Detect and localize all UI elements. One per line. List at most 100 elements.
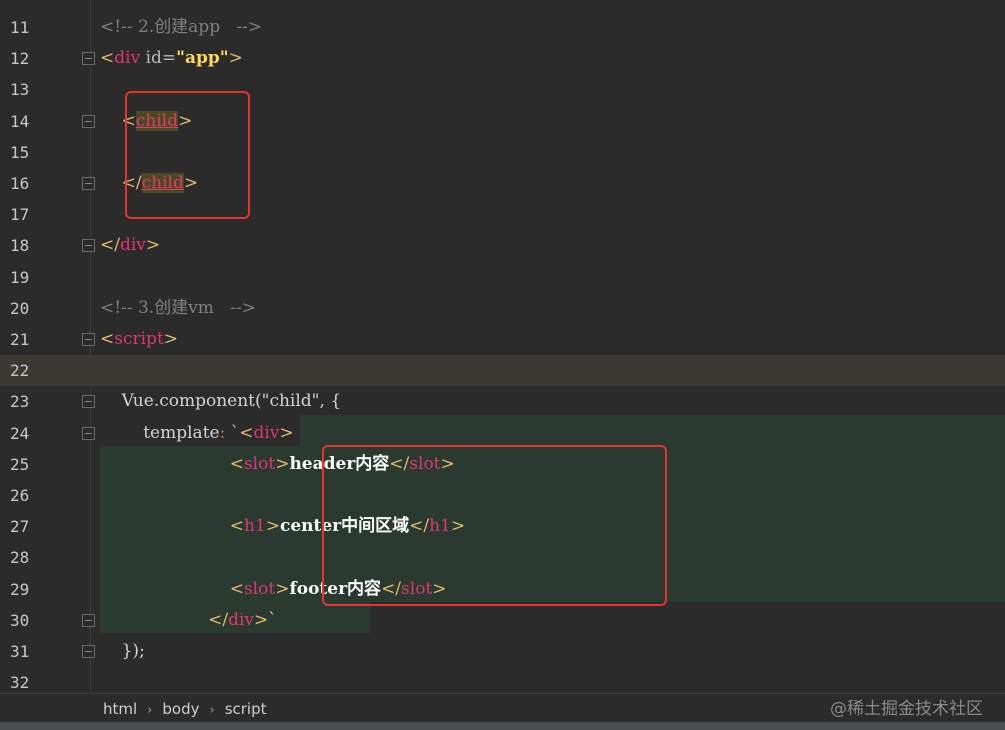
line-number: 16	[10, 174, 30, 193]
line-number: 15	[10, 142, 30, 162]
slot-template-highlight-box	[322, 445, 667, 606]
horizontal-scrollbar[interactable]	[0, 722, 1005, 730]
code-token: h1	[243, 516, 266, 537]
line-number: 27	[10, 517, 30, 537]
line-number: 22	[10, 361, 30, 381]
code-token: </	[100, 235, 120, 256]
code-line[interactable]: 30 </div>`	[0, 605, 1005, 636]
line-number: 24	[10, 423, 30, 443]
code-token: <	[229, 453, 244, 474]
fold-toggle-icon[interactable]	[82, 645, 95, 658]
code-token: <!-- 3.创建vm -->	[100, 297, 256, 318]
code-text: <script>	[100, 324, 178, 355]
code-token: , {	[319, 391, 342, 412]
code-line[interactable]: 20 <!-- 3.创建vm -->	[0, 293, 1005, 324]
line-number: 28	[10, 548, 30, 568]
code-line[interactable]: 23 Vue.component("child", {	[0, 386, 1005, 417]
code-token: slot	[243, 578, 276, 599]
line-number: 21	[10, 330, 30, 349]
code-token: slot	[243, 453, 276, 474]
line-number: 26	[10, 486, 30, 505]
fold-toggle-icon[interactable]	[82, 177, 95, 190]
code-token: >	[228, 48, 243, 69]
code-token: "app"	[176, 48, 229, 69]
code-line[interactable]: 31 });	[0, 636, 1005, 667]
code-line[interactable]: 18 </div>	[0, 230, 1005, 261]
fold-toggle-icon[interactable]	[82, 613, 95, 627]
breadcrumb-item-body[interactable]: body	[162, 700, 199, 718]
line-number: 19	[10, 267, 30, 287]
code-token: "child"	[261, 391, 320, 412]
line-number: 11	[10, 18, 30, 37]
fold-toggle-icon[interactable]	[82, 114, 95, 128]
code-line[interactable]: 32	[0, 667, 1005, 693]
code-line[interactable]: 19	[0, 262, 1005, 293]
code-token: <!-- 2.创建app -->	[100, 17, 263, 37]
code-token: <	[229, 516, 244, 537]
code-token: div	[119, 235, 146, 256]
chevron-right-icon: ›	[209, 703, 215, 718]
code-token: template	[100, 422, 220, 443]
code-token: >	[265, 516, 280, 537]
code-token: div	[253, 422, 280, 443]
fold-toggle-icon[interactable]	[82, 395, 95, 409]
line-number: 23	[10, 392, 30, 412]
code-text: <!-- 3.创建vm -->	[100, 293, 256, 324]
code-line[interactable]: 22	[0, 355, 1005, 387]
code-token: </	[208, 609, 229, 630]
line-number: 32	[10, 673, 30, 693]
breadcrumb-item-html[interactable]: html	[103, 700, 137, 718]
code-text: });	[100, 636, 145, 667]
code-token: <	[100, 329, 115, 349]
code-token: id=	[140, 48, 177, 69]
code-token: `	[268, 609, 277, 630]
line-number: 13	[10, 80, 30, 100]
line-number: 17	[10, 205, 30, 225]
code-text: </div>`	[100, 605, 277, 636]
fold-toggle-icon[interactable]	[82, 426, 95, 440]
code-line[interactable]: 21 <script>	[0, 324, 1005, 355]
scrollbar-thumb[interactable]	[0, 722, 1005, 730]
line-number: 29	[10, 579, 30, 599]
code-token: `	[225, 422, 240, 443]
line-number: 12	[10, 49, 30, 69]
line-number: 31	[10, 642, 30, 661]
fold-toggle-icon[interactable]	[82, 239, 95, 253]
child-tag-highlight-box	[125, 91, 250, 219]
chevron-right-icon: ›	[147, 703, 153, 718]
code-token: script	[114, 329, 164, 349]
code-token: });	[100, 641, 145, 661]
line-number: 14	[10, 111, 30, 131]
code-token: >	[275, 578, 290, 599]
code-token: Vue.component(	[100, 391, 262, 412]
fold-toggle-icon[interactable]	[82, 333, 95, 346]
code-line[interactable]: 11 <!-- 2.创建app -->	[0, 12, 1005, 43]
code-token: <	[239, 422, 254, 443]
code-token: >	[275, 453, 290, 474]
line-number: 30	[10, 610, 30, 630]
line-number: 20	[10, 298, 30, 318]
code-text: template: `<div>	[100, 418, 294, 449]
code-token: <	[229, 578, 244, 599]
code-token: >	[254, 609, 269, 630]
breadcrumb: html › body › script	[103, 700, 267, 718]
code-line[interactable]: 12 <div id="app">	[0, 43, 1005, 74]
code-token: >	[145, 235, 161, 256]
fold-toggle-icon[interactable]	[82, 52, 95, 66]
code-text: Vue.component("child", {	[100, 386, 342, 417]
watermark: @稀土掘金技术社区	[830, 699, 983, 719]
code-text: <!-- 2.创建app -->	[100, 12, 262, 43]
code-token: <	[100, 48, 115, 69]
line-number: 25	[10, 454, 30, 474]
code-token: div	[228, 609, 254, 630]
breadcrumb-item-script[interactable]: script	[225, 700, 267, 718]
code-token: div	[114, 48, 141, 69]
code-text: <div id="app">	[100, 43, 243, 74]
code-editor[interactable]: 11 <!-- 2.创建app --> 12 <div id="app"> 13 14 <…	[0, 0, 1005, 693]
code-token: >	[279, 422, 294, 443]
